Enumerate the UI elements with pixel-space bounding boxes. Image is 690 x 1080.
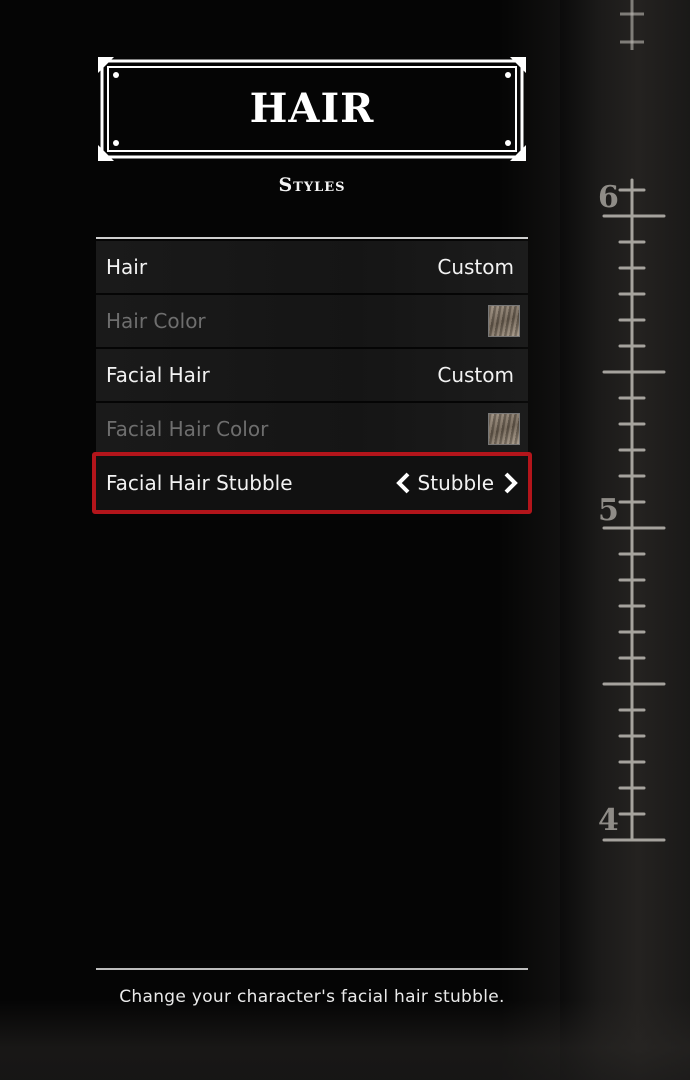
help-text: Change your character's facial hair stub… [119, 987, 505, 1007]
chevron-right-icon[interactable] [500, 470, 522, 496]
ruler-mark-5: 5 [598, 493, 619, 528]
option-label: Facial Hair Stubble [106, 471, 293, 495]
option-facial-hair-color[interactable]: Facial Hair Color [96, 403, 528, 455]
list-divider-top [96, 237, 528, 239]
hair-color-swatch [488, 305, 520, 337]
option-value: Custom [437, 255, 514, 279]
option-hair-color[interactable]: Hair Color [96, 295, 528, 347]
option-value: Stubble [417, 471, 494, 495]
ruler-mark-4: 4 [598, 803, 619, 838]
option-label: Facial Hair [106, 363, 210, 387]
option-hair[interactable]: Hair Custom [96, 241, 528, 293]
help-divider [96, 968, 528, 970]
ruler-mark-6: 6 [598, 180, 619, 215]
page-title: HAIR [249, 85, 375, 132]
option-facial-hair[interactable]: Facial Hair Custom [96, 349, 528, 401]
option-label: Facial Hair Color [106, 417, 269, 441]
section-subtitle: Styles [278, 174, 346, 196]
option-label: Hair [106, 255, 148, 279]
value-stepper: Stubble [392, 456, 522, 510]
title-frame: HAIR [96, 55, 528, 163]
option-value: Custom [437, 363, 514, 387]
facial-hair-color-swatch [488, 413, 520, 445]
chevron-left-icon[interactable] [392, 470, 414, 496]
option-facial-hair-stubble[interactable]: Facial Hair Stubble Stubble [92, 452, 532, 514]
option-label: Hair Color [106, 309, 206, 333]
